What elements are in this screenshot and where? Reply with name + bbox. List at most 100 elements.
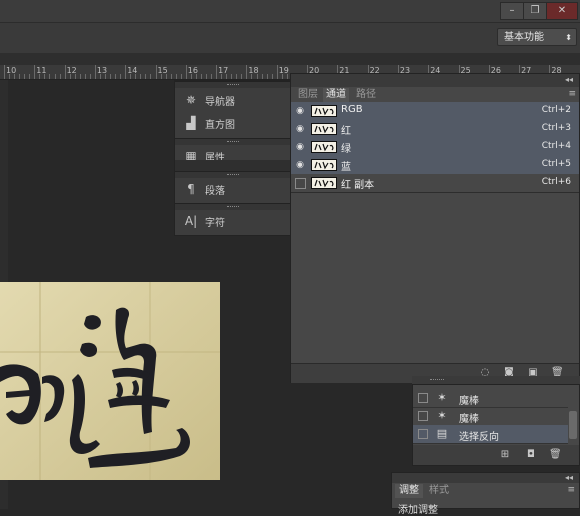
workspace-label: 基本功能 <box>504 32 544 43</box>
panel-menu-icon[interactable]: ≡ <box>568 89 576 99</box>
history-state-icon: ▤ <box>436 427 448 440</box>
channel-name: 红 <box>341 126 351 137</box>
panel-grip[interactable] <box>175 138 290 145</box>
ruler-minor-tick <box>241 74 243 79</box>
ruler-minor-tick <box>79 74 81 79</box>
history-state[interactable]: ✶ 魔棒 <box>413 389 568 408</box>
document-tab-strip <box>0 53 580 65</box>
tab-paths[interactable]: 路径 <box>353 88 379 102</box>
eye-icon[interactable]: ◉ <box>294 159 306 171</box>
title-bar: – ❐ ✕ <box>0 0 580 22</box>
ruler-minor-tick <box>29 74 31 79</box>
ruler-tick <box>276 65 278 79</box>
panel-grip[interactable] <box>175 171 290 178</box>
panel-grip[interactable] <box>175 203 290 210</box>
ruler-minor-tick <box>236 74 238 79</box>
eye-icon[interactable]: ◉ <box>294 105 306 117</box>
collapse-icon[interactable]: ◂◂ <box>565 75 573 84</box>
ruler-tick <box>246 65 248 79</box>
channel-thumbnail <box>311 141 337 153</box>
channel-name: RGB <box>341 104 363 115</box>
panel-header[interactable]: ◂◂ <box>291 74 579 87</box>
panel-button-paragraph[interactable]: ¶ 段落 <box>175 178 290 200</box>
panel-button-histogram[interactable]: ▟ 直方图 <box>175 112 290 134</box>
ruler-minor-tick <box>211 74 213 79</box>
history-label: 魔棒 <box>459 414 479 425</box>
close-button[interactable]: ✕ <box>546 2 578 20</box>
visibility-checkbox[interactable] <box>295 178 306 189</box>
panel-button-character[interactable]: A| 字符 <box>175 210 290 232</box>
history-source-checkbox[interactable] <box>418 393 428 403</box>
channels-panel: ◂◂ 图层 通道 路径 ≡ ◉ RGB Ctrl+2 ◉ 红 Ctrl+3 ◉ … <box>290 73 580 383</box>
history-state[interactable]: ✶ 魔棒 <box>413 407 568 426</box>
workspace-switcher[interactable]: 基本功能 ⬍ <box>497 28 577 46</box>
history-source-checkbox[interactable] <box>418 411 428 421</box>
minimize-button[interactable]: – <box>500 2 524 20</box>
channel-row-rgb[interactable]: ◉ RGB Ctrl+2 <box>291 102 579 121</box>
restore-button[interactable]: ❐ <box>523 2 547 20</box>
channel-thumbnail <box>311 123 337 135</box>
new-document-from-state-icon[interactable]: ⊞ <box>499 449 511 461</box>
ruler-minor-tick <box>261 74 263 79</box>
panel-grip[interactable] <box>175 81 290 88</box>
panel-button-label: 导航器 <box>205 97 235 108</box>
eye-icon[interactable]: ◉ <box>294 141 306 153</box>
updown-arrow-icon: ⬍ <box>565 33 572 42</box>
ruler-minor-tick <box>110 74 112 79</box>
channel-name: 红 副本 <box>341 180 375 191</box>
tab-layers[interactable]: 图层 <box>295 88 321 102</box>
channel-name: 绿 <box>341 144 351 155</box>
history-footer: ⊞ ◘ 🗑 <box>413 445 579 465</box>
calligraphy-artwork <box>0 282 220 480</box>
ruler-label: 17 <box>218 66 229 75</box>
ruler-minor-tick <box>49 74 51 79</box>
histogram-icon: ▟ <box>186 116 196 130</box>
snapshot-icon[interactable]: ◘ <box>525 449 537 461</box>
tab-adjustments[interactable]: 调整 <box>395 484 423 498</box>
paragraph-icon: ¶ <box>187 182 195 196</box>
ruler-minor-tick <box>120 74 122 79</box>
ruler-label: 10 <box>6 66 17 75</box>
tab-styles[interactable]: 样式 <box>425 484 453 498</box>
history-source-checkbox[interactable] <box>418 429 428 439</box>
ruler-tick <box>216 65 218 79</box>
canvas-image[interactable] <box>0 282 220 480</box>
channel-shortcut: Ctrl+2 <box>541 105 571 115</box>
channel-shortcut: Ctrl+3 <box>541 123 571 133</box>
panel-button-label: 段落 <box>205 186 225 197</box>
collapse-icon[interactable]: ◂◂ <box>565 473 573 482</box>
ruler-minor-tick <box>200 74 202 79</box>
ruler-minor-tick <box>266 74 268 79</box>
channel-row-red-copy[interactable]: 红 副本 Ctrl+6 <box>291 174 579 193</box>
ruler-minor-tick <box>59 74 61 79</box>
ruler-minor-tick <box>175 74 177 79</box>
ruler-minor-tick <box>271 74 273 79</box>
panel-grip[interactable] <box>412 376 580 384</box>
panel-button-navigator[interactable]: ✵ 导航器 <box>175 89 290 111</box>
panel-menu-icon[interactable]: ≡ <box>567 485 575 495</box>
history-label: 魔棒 <box>459 396 479 407</box>
channel-row-red[interactable]: ◉ 红 Ctrl+3 <box>291 120 579 139</box>
ruler-tick <box>64 65 66 79</box>
panel-button-properties[interactable]: ▦ 属性 <box>175 145 290 160</box>
adjustments-panel: ◂◂ 调整 样式 ≡ 添加调整 <box>391 472 580 516</box>
tab-channels[interactable]: 通道 <box>323 88 349 102</box>
options-bar: 基本功能 ⬍ <box>0 22 580 54</box>
collapsed-panel-dock: ✵ 导航器 ▟ 直方图 ▦ 属性 ¶ 段落 A| 字符 <box>174 80 291 236</box>
history-state-selected[interactable]: ▤ 选择反向 <box>413 425 568 444</box>
panel-header[interactable]: ◂◂ <box>392 473 579 483</box>
delete-icon[interactable]: 🗑 <box>549 449 562 461</box>
channel-row-green[interactable]: ◉ 绿 Ctrl+4 <box>291 138 579 157</box>
scrollbar-thumb[interactable] <box>569 411 577 439</box>
ruler-minor-tick <box>150 74 152 79</box>
ruler-minor-tick <box>19 74 21 79</box>
ruler-minor-tick <box>145 74 147 79</box>
channel-row-blue[interactable]: ◉ 蓝 Ctrl+5 <box>291 156 579 175</box>
eye-icon[interactable]: ◉ <box>294 123 306 135</box>
history-label: 选择反向 <box>459 432 499 443</box>
ruler-tick <box>94 65 96 79</box>
ruler-tick <box>125 65 127 79</box>
channel-name: 蓝 <box>341 162 351 173</box>
ruler-label: 18 <box>248 66 259 75</box>
channel-thumbnail <box>311 105 337 117</box>
